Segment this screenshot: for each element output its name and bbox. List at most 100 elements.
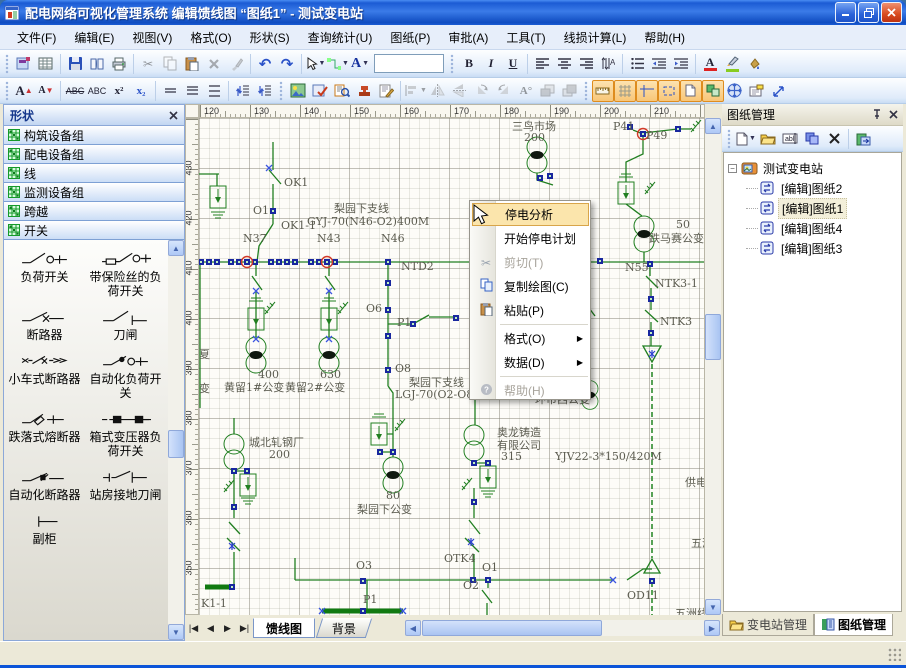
menu-item-copy-drawing[interactable]: 复制绘图(C) [472, 275, 589, 298]
scroll-up-icon[interactable]: ▲ [168, 240, 184, 256]
shape-item-6[interactable]: 跌落式熔断器 [4, 406, 85, 458]
tree-item-1[interactable]: [编辑]图纸1 [746, 198, 901, 218]
rotate-text-icon[interactable]: A° [515, 80, 537, 102]
properties-icon[interactable] [746, 80, 768, 102]
bring-to-front-icon[interactable] [537, 80, 559, 102]
grid-toggle-icon[interactable] [614, 80, 636, 102]
increase-indent-icon[interactable] [670, 53, 692, 75]
shrink-font-icon[interactable]: A▼ [35, 80, 57, 102]
align-center-icon[interactable] [553, 53, 575, 75]
rotate-left-icon[interactable] [471, 80, 493, 102]
menu-item-5[interactable]: 查询统计(U) [299, 26, 382, 49]
format-painter-icon[interactable] [225, 53, 247, 75]
menu-item-paste[interactable]: 粘贴(P) [472, 299, 589, 322]
menu-item-help[interactable]: ?帮助(H) [472, 379, 589, 402]
toolbar-grip[interactable] [727, 129, 732, 149]
category-3[interactable]: 监测设备组 [4, 183, 184, 202]
category-0[interactable]: 构筑设备组 [4, 126, 184, 145]
insert-picture-icon[interactable] [287, 80, 309, 102]
find-icon[interactable] [331, 80, 353, 102]
decrease-indent-icon[interactable] [648, 53, 670, 75]
toolbar-grip[interactable] [5, 54, 10, 74]
highlight-color-icon[interactable] [721, 53, 743, 75]
strikethrough-icon[interactable]: ABC [64, 80, 86, 102]
page-breaks-toggle-icon[interactable] [680, 80, 702, 102]
copy-icon[interactable] [159, 53, 181, 75]
flip-horizontal-icon[interactable] [427, 80, 449, 102]
redo-icon[interactable]: ↷ [276, 53, 298, 75]
scrollbar-thumb[interactable] [168, 430, 184, 458]
rename-icon[interactable]: abl [779, 128, 801, 150]
bullets-icon[interactable] [626, 53, 648, 75]
toolbar-grip[interactable] [584, 81, 589, 101]
vertical-text-icon[interactable]: A [597, 53, 619, 75]
menu-item-0[interactable]: 文件(F) [8, 26, 65, 49]
menu-item-6[interactable]: 图纸(P) [381, 26, 439, 49]
prev-page-icon[interactable]: ◀ [202, 620, 219, 637]
line-spacing-1-icon[interactable] [159, 80, 181, 102]
line-spacing-2-icon[interactable] [203, 80, 225, 102]
send-to-back-icon[interactable] [559, 80, 581, 102]
scroll-down-icon[interactable]: ▼ [705, 599, 721, 615]
flip-vertical-icon[interactable] [449, 80, 471, 102]
tab-drawing-management[interactable]: 图纸管理 [814, 614, 893, 636]
shape-item-10[interactable]: 副柜 [4, 508, 85, 546]
restore-button[interactable] [858, 2, 879, 23]
category-5[interactable]: 开关 [4, 221, 184, 240]
shape-item-1[interactable]: 带保险丝的负荷开关 [85, 246, 166, 298]
approve-icon[interactable] [309, 80, 331, 102]
pin-icon[interactable] [872, 109, 883, 120]
shape-item-3[interactable]: 刀闸 [85, 304, 166, 342]
scrollbar-thumb[interactable] [422, 620, 602, 636]
stamp-icon[interactable] [353, 80, 375, 102]
align-right-icon[interactable] [575, 53, 597, 75]
menu-item-data[interactable]: 数据(D)▶ [472, 351, 589, 374]
undo-icon[interactable]: ↶ [254, 53, 276, 75]
space-before-icon[interactable] [232, 80, 254, 102]
toolbar-grip[interactable] [5, 81, 10, 101]
copy-drawing-icon[interactable] [801, 128, 823, 150]
canvas-vertical-scrollbar[interactable]: ▲ ▼ [705, 118, 721, 615]
table-icon[interactable] [35, 53, 57, 75]
scroll-up-icon[interactable]: ▲ [705, 118, 721, 134]
tab-feeder-diagram[interactable]: 馈线图 [253, 618, 315, 638]
layers-toggle-icon[interactable] [702, 80, 724, 102]
italic-icon[interactable]: I [480, 53, 502, 75]
tab-substation-management[interactable]: 变电站管理 [722, 614, 814, 636]
drag-arrow-icon[interactable] [768, 80, 790, 102]
formula-input[interactable] [374, 54, 444, 73]
tree-item-3[interactable]: [编辑]图纸3 [746, 238, 901, 258]
underline-icon[interactable]: U [502, 53, 524, 75]
save-icon[interactable] [64, 53, 86, 75]
shape-item-4[interactable]: 小车式断路器 [4, 348, 85, 400]
align-shapes-icon[interactable]: ▼ [404, 80, 427, 102]
scrollbar-thumb[interactable] [705, 314, 721, 360]
rotate-right-icon[interactable] [493, 80, 515, 102]
align-left-icon[interactable] [531, 53, 553, 75]
menu-item-8[interactable]: 工具(T) [497, 26, 554, 49]
tree-item-2[interactable]: [编辑]图纸4 [746, 218, 901, 238]
close-icon[interactable] [169, 111, 178, 120]
bold-icon[interactable]: B [458, 53, 480, 75]
menu-item-2[interactable]: 视图(V) [123, 26, 181, 49]
open-drawing-icon[interactable] [757, 128, 779, 150]
paste-icon[interactable] [181, 53, 203, 75]
small-caps-icon[interactable]: ABC [86, 80, 108, 102]
last-page-icon[interactable]: ▶| [236, 620, 253, 637]
connector-tool-icon[interactable]: ▼ [327, 53, 349, 75]
connection-points-toggle-icon[interactable] [658, 80, 680, 102]
menu-item-1[interactable]: 编辑(E) [65, 26, 123, 49]
menu-item-cut[interactable]: ✂剪切(T) [472, 251, 589, 274]
next-page-icon[interactable]: ▶ [219, 620, 236, 637]
menu-item-9[interactable]: 线损计算(L) [555, 26, 636, 49]
new-drawing-icon[interactable] [13, 53, 35, 75]
menu-item-start-outage-plan[interactable]: 开始停电计划 [472, 227, 589, 250]
space-after-icon[interactable] [254, 80, 276, 102]
category-1[interactable]: 配电设备组 [4, 145, 184, 164]
menu-item-format[interactable]: 格式(O)▶ [472, 327, 589, 350]
grow-font-icon[interactable]: A▲ [13, 80, 35, 102]
menu-item-3[interactable]: 格式(O) [181, 26, 240, 49]
print-preview-icon[interactable] [86, 53, 108, 75]
guides-toggle-icon[interactable] [636, 80, 658, 102]
first-page-icon[interactable]: |◀ [185, 620, 202, 637]
